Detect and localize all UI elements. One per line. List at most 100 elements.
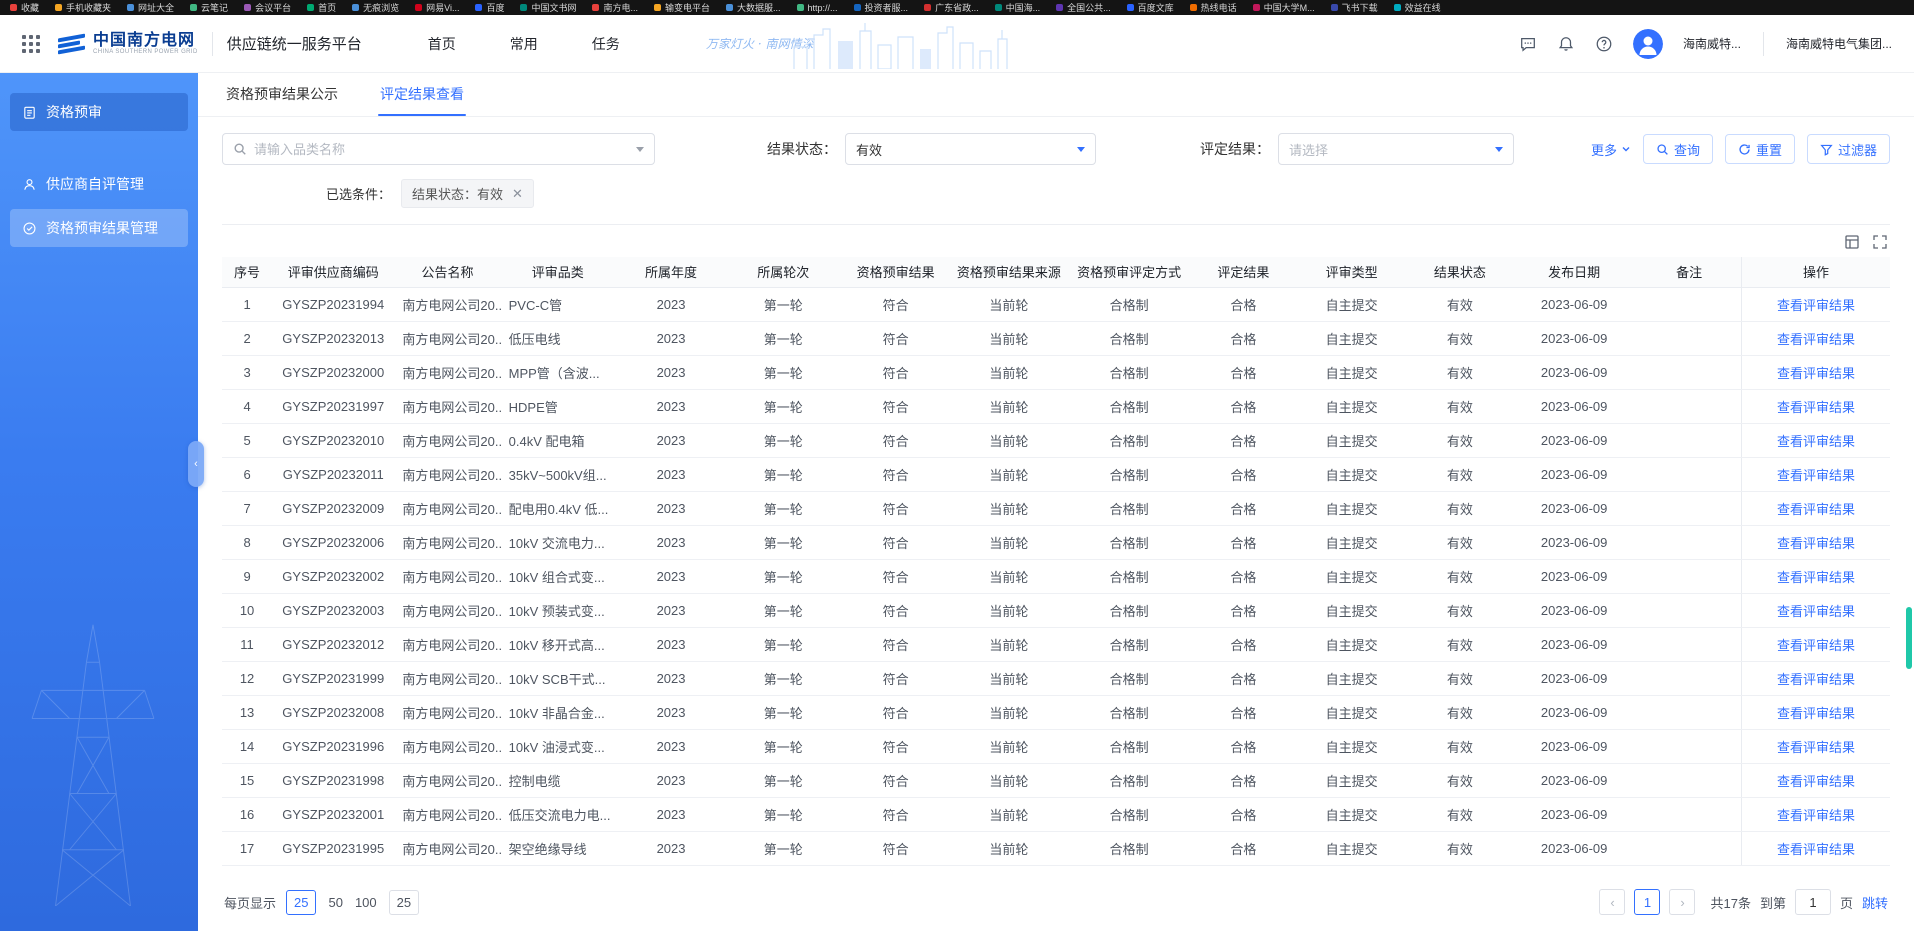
- view-result-link[interactable]: 查看评审结果: [1777, 842, 1855, 857]
- page-size-50[interactable]: 50: [328, 895, 342, 910]
- bookmark-item[interactable]: 网易Vi...: [415, 1, 459, 14]
- message-icon[interactable]: [1519, 35, 1537, 53]
- user-avatar[interactable]: [1633, 29, 1663, 59]
- cell-publish-date: 2023-06-09: [1511, 559, 1637, 593]
- bookmark-item[interactable]: 百度文库: [1127, 1, 1174, 14]
- bookmark-item[interactable]: 投资者服...: [854, 1, 909, 14]
- prev-page-button[interactable]: ‹: [1599, 889, 1625, 915]
- cell-evaluation-method: 合格制: [1066, 321, 1192, 355]
- view-result-link[interactable]: 查看评审结果: [1777, 332, 1855, 347]
- close-icon[interactable]: ✕: [512, 187, 523, 200]
- column-settings-icon[interactable]: [1844, 234, 1860, 250]
- view-result-link[interactable]: 查看评审结果: [1777, 672, 1855, 687]
- bookmark-item[interactable]: 首页: [307, 1, 336, 14]
- more-filters-link[interactable]: 更多: [1591, 140, 1631, 159]
- view-result-link[interactable]: 查看评审结果: [1777, 298, 1855, 313]
- view-result-link[interactable]: 查看评审结果: [1777, 400, 1855, 415]
- view-result-link[interactable]: 查看评审结果: [1777, 740, 1855, 755]
- next-page-button[interactable]: ›: [1669, 889, 1695, 915]
- bookmark-item[interactable]: 中国海...: [995, 1, 1041, 14]
- jump-link[interactable]: 跳转: [1862, 893, 1888, 912]
- scrollbar-thumb[interactable]: [1906, 607, 1912, 669]
- cell-notice-name: 南方电网公司20...: [394, 729, 500, 763]
- view-result-link[interactable]: 查看评审结果: [1777, 468, 1855, 483]
- view-result-link[interactable]: 查看评审结果: [1777, 774, 1855, 789]
- view-result-link[interactable]: 查看评审结果: [1777, 570, 1855, 585]
- bookmark-item[interactable]: 手机收藏夹: [55, 1, 111, 14]
- view-result-link[interactable]: 查看评审结果: [1777, 638, 1855, 653]
- bookmark-item[interactable]: 云笔记: [190, 1, 228, 14]
- header-divider: [212, 32, 213, 56]
- bookmark-item[interactable]: 南方电...: [592, 1, 638, 14]
- bookmark-item[interactable]: 全国公共...: [1056, 1, 1111, 14]
- page-size-100[interactable]: 100: [355, 895, 377, 910]
- bookmark-item[interactable]: 收藏: [10, 1, 39, 14]
- fullscreen-icon[interactable]: [1872, 234, 1888, 250]
- brand-logo[interactable]: 中国南方电网 CHINA SOUTHERN POWER GRID: [58, 32, 198, 56]
- bookmark-item[interactable]: 大数据服...: [726, 1, 781, 14]
- cell-notice-name: 南方电网公司20...: [394, 525, 500, 559]
- view-result-link[interactable]: 查看评审结果: [1777, 366, 1855, 381]
- category-search-input[interactable]: [254, 142, 629, 157]
- sidebar-collapse-handle[interactable]: ‹: [188, 441, 204, 487]
- bookmark-item[interactable]: 会议平台: [244, 1, 291, 14]
- bell-icon[interactable]: [1557, 35, 1575, 53]
- tab-result-publicity[interactable]: 资格预审结果公示: [224, 84, 340, 116]
- cell-round: 第一轮: [727, 627, 839, 661]
- page-size-25[interactable]: 25: [286, 890, 316, 915]
- result-filter-label: 评定结果：: [1200, 139, 1270, 159]
- cell-prequal-result: 符合: [839, 287, 951, 321]
- view-result-link[interactable]: 查看评审结果: [1777, 434, 1855, 449]
- cell-no: 3: [222, 355, 272, 389]
- bookmark-item[interactable]: 无痕浏览: [352, 1, 399, 14]
- evaluation-result-select[interactable]: 请选择: [1278, 133, 1514, 165]
- app-launcher-icon[interactable]: [22, 35, 40, 53]
- reset-button[interactable]: 重置: [1725, 134, 1795, 164]
- status-select[interactable]: 有效: [845, 133, 1096, 165]
- cell-category: MPP管（含波...: [501, 355, 615, 389]
- query-button[interactable]: 查询: [1643, 134, 1713, 164]
- sidebar-item-prequalification[interactable]: 资格预审: [10, 93, 188, 131]
- help-icon[interactable]: [1595, 35, 1613, 53]
- sidebar-item-supplier-self-eval[interactable]: 供应商自评管理: [10, 165, 188, 203]
- view-result-link[interactable]: 查看评审结果: [1777, 536, 1855, 551]
- bookmark-item[interactable]: 输变电平台: [654, 1, 710, 14]
- nav-item-common[interactable]: 常用: [510, 34, 538, 54]
- nav-item-home[interactable]: 首页: [428, 34, 456, 54]
- bookmark-item[interactable]: 广东省政...: [924, 1, 979, 14]
- bookmark-label: 无痕浏览: [363, 1, 399, 14]
- bookmark-item[interactable]: http://...: [797, 3, 838, 13]
- filter-button[interactable]: 过滤器: [1807, 134, 1890, 164]
- bookmark-item[interactable]: 中国文书网: [520, 1, 576, 14]
- bookmark-item[interactable]: 网址大全: [127, 1, 174, 14]
- view-result-link[interactable]: 查看评审结果: [1777, 808, 1855, 823]
- table-row: 16GYSZP20232001南方电网公司20...低压交流电力电...2023…: [222, 797, 1890, 831]
- cell-evaluation-method: 合格制: [1066, 695, 1192, 729]
- bookmark-item[interactable]: 百度: [475, 1, 504, 14]
- content: 结果状态： 有效 评定结果： 请选择 更多 查询: [198, 117, 1914, 931]
- cell-prequal-result: 符合: [839, 423, 951, 457]
- sidebar-item-prequal-result-mgmt[interactable]: 资格预审结果管理: [10, 209, 188, 247]
- view-result-link[interactable]: 查看评审结果: [1777, 502, 1855, 517]
- company-name[interactable]: 海南威特电气集团...: [1786, 35, 1892, 52]
- bookmark-item[interactable]: 热线电话: [1190, 1, 1237, 14]
- bookmark-item[interactable]: 效益在线: [1394, 1, 1441, 14]
- nav-item-tasks[interactable]: 任务: [592, 34, 620, 54]
- page-size-select[interactable]: 25: [389, 890, 419, 915]
- table-row: 12GYSZP20231999南方电网公司20...10kV SCB干式...2…: [222, 661, 1890, 695]
- user-name[interactable]: 海南威特...: [1683, 35, 1741, 52]
- view-result-link[interactable]: 查看评审结果: [1777, 604, 1855, 619]
- user-icon: [22, 177, 37, 192]
- column-header-remark: 备注: [1637, 257, 1741, 287]
- cell-round: 第一轮: [727, 491, 839, 525]
- goto-page-input[interactable]: [1795, 889, 1831, 915]
- cell-evaluation-method: 合格制: [1066, 797, 1192, 831]
- cell-evaluation-result: 合格: [1192, 797, 1294, 831]
- tab-evaluation-view[interactable]: 评定结果查看: [378, 84, 466, 116]
- current-page-button[interactable]: 1: [1634, 889, 1660, 915]
- view-result-link[interactable]: 查看评审结果: [1777, 706, 1855, 721]
- bookmark-item[interactable]: 中国大学M...: [1253, 1, 1315, 14]
- bookmark-item[interactable]: 飞书下载: [1331, 1, 1378, 14]
- cell-notice-name: 南方电网公司20...: [394, 831, 500, 865]
- cell-result-source: 当前轮: [952, 831, 1066, 865]
